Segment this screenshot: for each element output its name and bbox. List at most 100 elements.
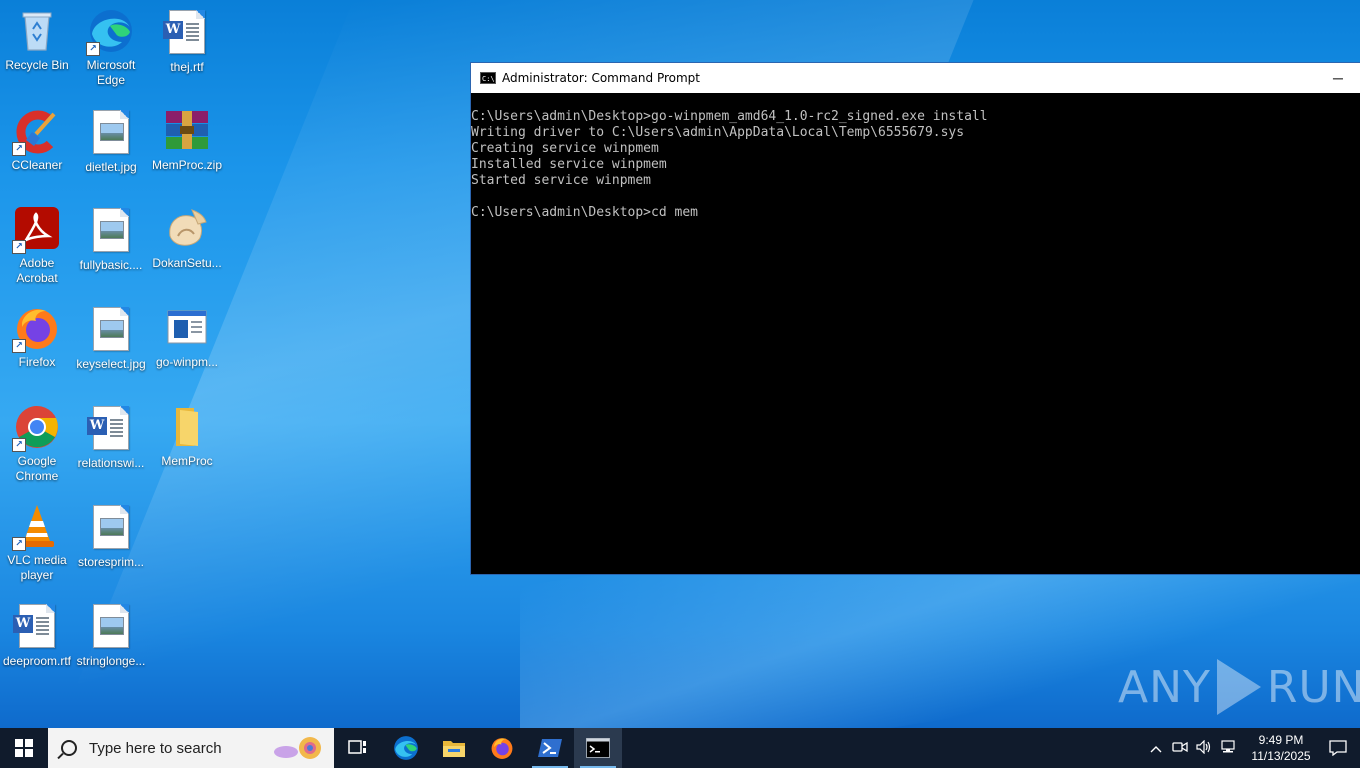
desktop-icon-label: MemProc.zip bbox=[151, 158, 222, 172]
windows-logo-icon bbox=[15, 739, 33, 757]
desktop-icon-label: Google Chrome bbox=[15, 454, 59, 483]
cmd-icon: C:\ bbox=[480, 72, 496, 84]
search-highlight-icon bbox=[270, 734, 326, 762]
watermark-text-right: RUN bbox=[1266, 661, 1360, 713]
cmd-taskbar-button[interactable] bbox=[574, 728, 622, 768]
desktop-icon-dietlet[interactable]: dietlet.jpg bbox=[74, 108, 148, 175]
network-icon[interactable] bbox=[1216, 739, 1240, 757]
shortcut-arrow-icon: ↗ bbox=[86, 42, 100, 56]
volume-icon[interactable] bbox=[1192, 739, 1216, 757]
edge-icon bbox=[394, 736, 418, 760]
image-file-icon bbox=[88, 307, 134, 353]
ccleaner-icon: ↗ bbox=[12, 108, 60, 156]
cmd-window[interactable]: C:\ Administrator: Command Prompt ─ C:\U… bbox=[470, 62, 1360, 575]
desktop-icon-stringlonge[interactable]: stringlonge... bbox=[74, 602, 148, 669]
console-line: Creating service winpmem bbox=[471, 141, 659, 156]
shortcut-arrow-icon: ↗ bbox=[12, 438, 26, 452]
desktop-icon-recycle-bin[interactable]: Recycle Bin bbox=[0, 8, 74, 73]
console-line: Writing driver to C:\Users\admin\AppData… bbox=[471, 125, 965, 140]
shortcut-arrow-icon: ↗ bbox=[12, 142, 26, 156]
image-file-icon bbox=[88, 505, 134, 551]
folder-icon bbox=[164, 404, 210, 450]
desktop-icon-label: DokanSetu... bbox=[152, 256, 222, 270]
desktop-icon-microsoft-edge[interactable]: ↗ Microsoft Edge bbox=[74, 8, 148, 88]
edge-taskbar-button[interactable] bbox=[382, 728, 430, 768]
desktop-icon-label: MemProc bbox=[161, 454, 213, 468]
anyrun-watermark: ANY RUN bbox=[1118, 655, 1360, 719]
image-file-icon bbox=[88, 604, 134, 650]
desktop-icon-firefox[interactable]: ↗ Firefox bbox=[0, 305, 74, 370]
desktop-icon-dokansetup[interactable]: DokanSetu... bbox=[150, 206, 224, 271]
word-document-icon: W bbox=[163, 10, 210, 56]
winrar-archive-icon bbox=[164, 108, 210, 154]
acrobat-icon: ↗ bbox=[12, 206, 60, 254]
cmd-titlebar[interactable]: C:\ Administrator: Command Prompt ─ bbox=[471, 63, 1360, 93]
desktop-icon-go-winpmem[interactable]: go-winpm... bbox=[150, 305, 224, 370]
firefox-icon: ↗ bbox=[12, 305, 60, 353]
powershell-taskbar-button[interactable] bbox=[526, 728, 574, 768]
play-icon bbox=[1216, 659, 1261, 715]
search-icon bbox=[61, 740, 77, 756]
desktop-icon-label: deeproom.rtf bbox=[2, 654, 72, 668]
desktop-icon-label: Adobe Acrobat bbox=[16, 256, 58, 285]
shortcut-arrow-icon: ↗ bbox=[12, 339, 26, 353]
powershell-icon bbox=[538, 739, 562, 757]
chrome-icon: ↗ bbox=[12, 404, 60, 452]
console-line: Installed service winpmem bbox=[471, 157, 667, 172]
desktop-icon-deeproom[interactable]: W deeproom.rtf bbox=[0, 602, 74, 669]
desktop-icon-label: storesprim... bbox=[77, 555, 144, 569]
watermark-text-left: ANY bbox=[1118, 661, 1211, 713]
notification-center-button[interactable] bbox=[1316, 728, 1360, 768]
vlc-icon: ↗ bbox=[12, 503, 60, 551]
installer-icon bbox=[164, 206, 210, 252]
desktop-icon-label: Microsoft Edge bbox=[86, 58, 136, 87]
image-file-icon bbox=[88, 110, 134, 156]
desktop-icon-ccleaner[interactable]: ↗ CCleaner bbox=[0, 108, 74, 173]
desktop-icon-google-chrome[interactable]: ↗ Google Chrome bbox=[0, 404, 74, 484]
desktop-icon-label: relationswi... bbox=[77, 456, 145, 470]
desktop-icon-label: fullybasic.... bbox=[79, 258, 143, 272]
shortcut-arrow-icon: ↗ bbox=[12, 537, 26, 551]
recycle-bin-icon bbox=[14, 8, 60, 54]
file-explorer-taskbar-button[interactable] bbox=[430, 728, 478, 768]
desktop-icon-keyselect[interactable]: keyselect.jpg bbox=[74, 305, 148, 372]
desktop-icon-label: Recycle Bin bbox=[5, 58, 69, 72]
chevron-up-icon[interactable] bbox=[1144, 741, 1168, 756]
notification-icon bbox=[1329, 740, 1347, 756]
desktop-icon-label: keyselect.jpg bbox=[76, 357, 146, 371]
firefox-icon bbox=[491, 738, 513, 759]
taskbar: Type here to search 9:49 PM 11/13/2025 bbox=[0, 728, 1360, 768]
desktop-icon-label: CCleaner bbox=[11, 158, 63, 172]
search-placeholder: Type here to search bbox=[89, 739, 222, 757]
desktop-icon-label: stringlonge... bbox=[76, 654, 146, 668]
desktop-icon-label: thej.rtf bbox=[170, 60, 204, 74]
desktop-icon-label: go-winpm... bbox=[155, 355, 219, 369]
word-document-icon: W bbox=[87, 406, 134, 452]
desktop-icon-adobe-acrobat[interactable]: ↗ Adobe Acrobat bbox=[0, 206, 74, 286]
console-line: C:\Users\admin\Desktop>go-winpmem_amd64_… bbox=[471, 109, 988, 124]
edge-icon: ↗ bbox=[86, 8, 134, 56]
desktop-icon-label: VLC media player bbox=[7, 553, 67, 582]
meet-now-icon[interactable] bbox=[1168, 740, 1192, 757]
console-line: C:\Users\admin\Desktop>cd mem bbox=[471, 205, 698, 220]
desktop-icon-thej[interactable]: W thej.rtf bbox=[150, 8, 224, 75]
start-button[interactable] bbox=[0, 728, 48, 768]
desktop-icon-memproc-folder[interactable]: MemProc bbox=[150, 404, 224, 469]
console-output[interactable]: C:\Users\admin\Desktop>go-winpmem_amd64_… bbox=[471, 93, 1360, 221]
desktop-icon-fullybasic[interactable]: fullybasic.... bbox=[74, 206, 148, 273]
desktop-icon-vlc[interactable]: ↗ VLC media player bbox=[0, 503, 74, 583]
taskbar-clock[interactable]: 9:49 PM 11/13/2025 bbox=[1246, 732, 1316, 764]
executable-icon bbox=[164, 305, 210, 351]
shortcut-arrow-icon: ↗ bbox=[12, 240, 26, 254]
task-view-icon bbox=[348, 740, 366, 754]
firefox-taskbar-button[interactable] bbox=[478, 728, 526, 768]
desktop-icon-storesprim[interactable]: storesprim... bbox=[74, 503, 148, 570]
minimize-button[interactable]: ─ bbox=[1315, 70, 1360, 86]
desktop-icon-relationswi[interactable]: W relationswi... bbox=[74, 404, 148, 471]
word-document-icon: W bbox=[13, 604, 60, 650]
taskbar-search-box[interactable]: Type here to search bbox=[48, 728, 334, 768]
clock-date: 11/13/2025 bbox=[1251, 749, 1311, 763]
desktop-icon-memproc-zip[interactable]: MemProc.zip bbox=[150, 108, 224, 173]
task-view-button[interactable] bbox=[334, 728, 382, 768]
console-line: Started service winpmem bbox=[471, 173, 652, 188]
